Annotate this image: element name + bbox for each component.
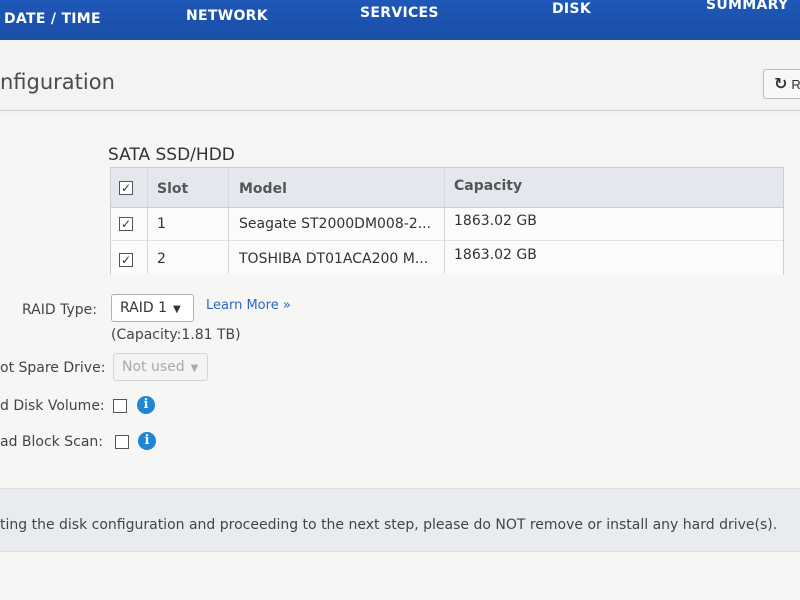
row-model: Seagate ST2000DM008-2... — [239, 216, 432, 232]
hot-spare-select[interactable]: Not used ▼ — [113, 353, 208, 381]
nav-date-time[interactable]: DATE / TIME — [4, 11, 101, 27]
nav-disk[interactable]: DISK — [552, 1, 591, 17]
page-title: nfiguration — [0, 70, 115, 94]
row-model: TOSHIBA DT01ACA200 M... — [239, 251, 429, 267]
chevron-down-icon: ▼ — [190, 363, 199, 374]
table-header: ✓ Slot Model Capacity — [111, 168, 783, 208]
encrypted-volume-label: d Disk Volume: — [0, 398, 105, 414]
encrypted-volume-checkbox[interactable] — [113, 399, 127, 413]
bad-block-scan-checkbox[interactable] — [115, 435, 129, 449]
refresh-icon: ↻ — [774, 76, 788, 93]
column-header-model: Model — [239, 181, 287, 197]
nav-summary[interactable]: SUMMARY — [706, 0, 788, 13]
notice-text: ting the disk configuration and proceedi… — [0, 517, 778, 533]
raid-type-value: RAID 1 — [120, 300, 168, 316]
row-slot: 1 — [157, 216, 166, 232]
top-navigation: DATE / TIME NETWORK SERVICES DISK SUMMAR… — [0, 0, 800, 40]
column-divider — [444, 168, 445, 274]
learn-more-link[interactable]: Learn More » — [206, 298, 291, 313]
nav-network[interactable]: NETWORK — [186, 8, 268, 24]
nav-services[interactable]: SERVICES — [360, 5, 439, 21]
column-header-slot: Slot — [157, 181, 189, 197]
row-slot: 2 — [157, 251, 166, 267]
hot-spare-value: Not used — [122, 359, 185, 375]
info-icon[interactable]: i — [137, 396, 155, 414]
bad-block-scan-label: ad Block Scan: — [0, 434, 103, 450]
column-header-capacity: Capacity — [454, 178, 523, 194]
column-divider — [228, 168, 229, 274]
row-checkbox[interactable]: ✓ — [119, 217, 133, 231]
refresh-label: R — [791, 76, 800, 92]
chevron-down-icon: ▼ — [173, 304, 181, 315]
info-icon[interactable]: i — [138, 432, 156, 450]
raid-type-select[interactable]: RAID 1 ▼ — [111, 294, 194, 322]
header-divider — [0, 110, 800, 111]
refresh-button[interactable]: ↻ R — [763, 69, 800, 99]
raid-type-label: RAID Type: — [22, 302, 97, 318]
column-divider — [147, 168, 148, 274]
hot-spare-label: ot Spare Drive: — [0, 360, 106, 376]
disk-table: ✓ Slot Model Capacity ✓ 1 Seagate ST2000… — [110, 167, 784, 275]
section-title: SATA SSD/HDD — [108, 145, 235, 165]
table-row[interactable]: ✓ 1 Seagate ST2000DM008-2... 1863.02 GB — [111, 208, 783, 241]
row-capacity: 1863.02 GB — [454, 213, 537, 229]
capacity-note: (Capacity:1.81 TB) — [111, 327, 241, 343]
row-checkbox[interactable]: ✓ — [119, 253, 133, 267]
select-all-checkbox[interactable]: ✓ — [119, 181, 133, 195]
table-row[interactable]: ✓ 2 TOSHIBA DT01ACA200 M... 1863.02 GB — [111, 242, 783, 275]
row-capacity: 1863.02 GB — [454, 247, 537, 263]
